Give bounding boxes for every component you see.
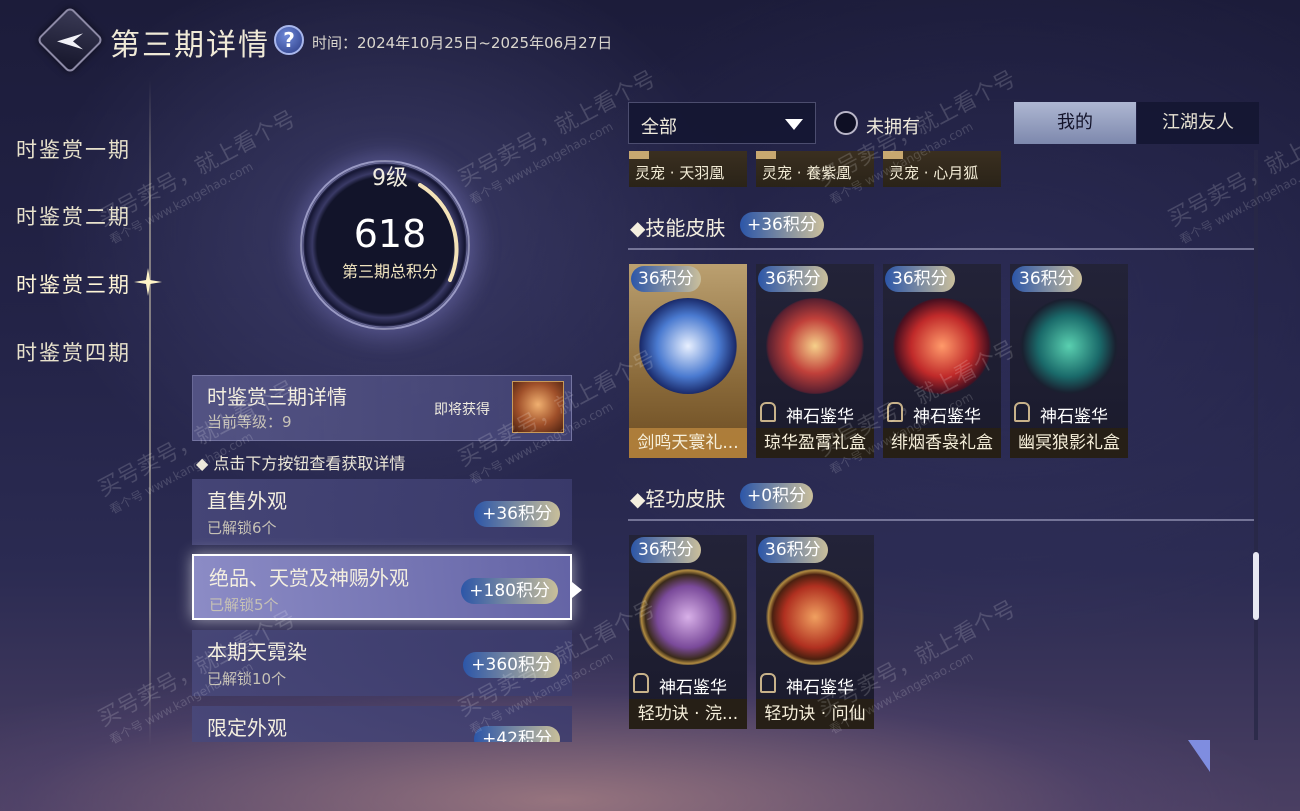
- watermark-url: 看个号 www.kangehao.com: [1177, 159, 1300, 247]
- category-points: +180积分: [461, 578, 558, 604]
- skin-card[interactable]: 36积分 剑鸣天寰礼...: [629, 264, 747, 458]
- category-sub: 已解锁10个: [207, 670, 287, 688]
- category-premium[interactable]: 绝品、天赏及神赐外观 已解锁5个 +180积分: [192, 554, 572, 620]
- skill-section-title: ◆技能皮肤: [630, 216, 726, 240]
- qinggong-section-title: ◆轻功皮肤: [630, 487, 726, 511]
- lock-icon: [1014, 402, 1030, 422]
- current-level: 当前等级：9: [207, 413, 292, 431]
- card-points: 36积分: [1012, 266, 1082, 292]
- date-range: 时间：2024年10月25日~2025年06月27日: [312, 34, 613, 52]
- section-divider: [628, 248, 1254, 250]
- tab-friends[interactable]: 江湖友人: [1137, 102, 1259, 144]
- lock-text: 神石鉴华: [659, 678, 727, 698]
- card-points: 36积分: [631, 537, 701, 563]
- tip-label: 点击下方按钮查看获取详情: [213, 454, 406, 473]
- section-title-text: 技能皮肤: [645, 216, 726, 240]
- page-title: 第三期详情: [110, 28, 270, 63]
- corner-decoration-icon: [1188, 740, 1210, 772]
- pet-item[interactable]: 灵宠 · 心月狐: [883, 151, 1001, 187]
- tip-text: ◆ 点击下方按钮查看获取详情: [196, 454, 406, 473]
- skin-art: [639, 298, 737, 394]
- sidebar-item-period-3[interactable]: 时鉴赏三期: [16, 269, 131, 299]
- pet-label: 灵宠 · 天羽凰: [635, 164, 725, 182]
- not-owned-label: 未拥有: [866, 117, 920, 138]
- sidebar-item-period-2[interactable]: 时鉴赏二期: [16, 201, 131, 231]
- back-button[interactable]: [36, 6, 104, 74]
- skin-card[interactable]: 36积分 神石鉴华 绯烟香袅礼盒: [883, 264, 1001, 458]
- coming-soon-label: 即将获得: [434, 402, 490, 418]
- skin-art: [1020, 298, 1118, 394]
- skin-art: [639, 569, 737, 665]
- category-dye[interactable]: 本期天霓染 已解锁10个 +360积分: [192, 630, 572, 696]
- skin-card[interactable]: 36积分 神石鉴华 琼华盈霄礼盒: [756, 264, 874, 458]
- pet-label: 灵宠 · 心月狐: [889, 164, 979, 182]
- pet-label: 灵宠 · 養紫凰: [762, 164, 852, 182]
- sidebar-item-period-4[interactable]: 时鉴赏四期: [16, 337, 131, 367]
- lock-text: 神石鉴华: [786, 407, 854, 427]
- card-name: 绯烟香袅礼盒: [883, 428, 1001, 458]
- card-name: 轻功诀 · 问仙: [756, 699, 874, 729]
- caret-down-icon: [785, 119, 803, 130]
- category-sub: 已解锁5个: [209, 596, 279, 614]
- lock-text: 神石鉴华: [786, 678, 854, 698]
- lock-icon: [633, 673, 649, 693]
- sidebar-item-period-1[interactable]: 时鉴赏一期: [16, 134, 131, 164]
- sidebar-divider: [149, 80, 151, 745]
- card-name: 轻功诀 · 浣...: [629, 699, 747, 729]
- scrollbar-track[interactable]: [1254, 150, 1258, 740]
- card-name: 幽冥狼影礼盒: [1010, 428, 1128, 458]
- category-sub: 已解锁6个: [207, 519, 277, 537]
- level-label: 9级: [372, 166, 408, 191]
- help-button[interactable]: ?: [274, 25, 304, 55]
- lock-text: 神石鉴华: [913, 407, 981, 427]
- skin-card[interactable]: 36积分 神石鉴华 轻功诀 · 问仙: [756, 535, 874, 729]
- category-name: 本期天霓染: [207, 640, 307, 664]
- card-points: 36积分: [758, 266, 828, 292]
- skin-art: [766, 298, 864, 394]
- reward-thumbnail[interactable]: [512, 381, 564, 433]
- filter-value: 全部: [641, 117, 677, 138]
- category-points: +360积分: [463, 652, 560, 678]
- card-points: 36积分: [885, 266, 955, 292]
- total-score-label: 第三期总积分: [341, 262, 438, 281]
- tab-mine[interactable]: 我的: [1014, 102, 1136, 144]
- skin-card[interactable]: 36积分 神石鉴华 幽冥狼影礼盒: [1010, 264, 1128, 458]
- card-name: 剑鸣天寰礼...: [629, 428, 747, 458]
- category-name: 直售外观: [207, 489, 287, 513]
- filter-dropdown[interactable]: 全部: [628, 102, 816, 144]
- category-name: 绝品、天赏及神赐外观: [209, 566, 409, 590]
- scrollbar-thumb[interactable]: [1253, 552, 1259, 620]
- card-name: 琼华盈霄礼盒: [756, 428, 874, 458]
- watermark-url: 看个号 www.kangehao.com: [827, 119, 975, 207]
- lock-icon: [760, 402, 776, 422]
- category-name: 限定外观: [207, 716, 287, 740]
- detail-title: 时鉴赏三期详情: [207, 385, 347, 409]
- lock-icon: [887, 402, 903, 422]
- section-title-text: 轻功皮肤: [645, 487, 726, 511]
- skin-card[interactable]: 36积分 神石鉴华 轻功诀 · 浣...: [629, 535, 747, 729]
- back-arrow-icon: [57, 33, 83, 50]
- category-points: +36积分: [474, 501, 560, 527]
- card-points: 36积分: [758, 537, 828, 563]
- qinggong-section-points: +0积分: [740, 483, 814, 509]
- skin-art: [766, 569, 864, 665]
- lock-text: 神石鉴华: [1040, 407, 1108, 427]
- active-star-icon: [134, 268, 162, 296]
- not-owned-radio[interactable]: [834, 111, 858, 135]
- lock-icon: [760, 673, 776, 693]
- category-direct-sale[interactable]: 直售外观 已解锁6个 +36积分: [192, 479, 572, 545]
- selected-arrow-icon: [572, 582, 582, 598]
- pet-item[interactable]: 灵宠 · 養紫凰: [756, 151, 874, 187]
- pet-item[interactable]: 灵宠 · 天羽凰: [629, 151, 747, 187]
- skill-section-points: +36积分: [740, 212, 824, 238]
- category-limited[interactable]: 限定外观 +42积分: [192, 706, 572, 742]
- section-divider: [628, 519, 1254, 521]
- skin-art: [893, 298, 991, 394]
- category-points: +42积分: [474, 726, 560, 742]
- card-points: 36积分: [631, 266, 701, 292]
- total-score: 618: [353, 212, 427, 256]
